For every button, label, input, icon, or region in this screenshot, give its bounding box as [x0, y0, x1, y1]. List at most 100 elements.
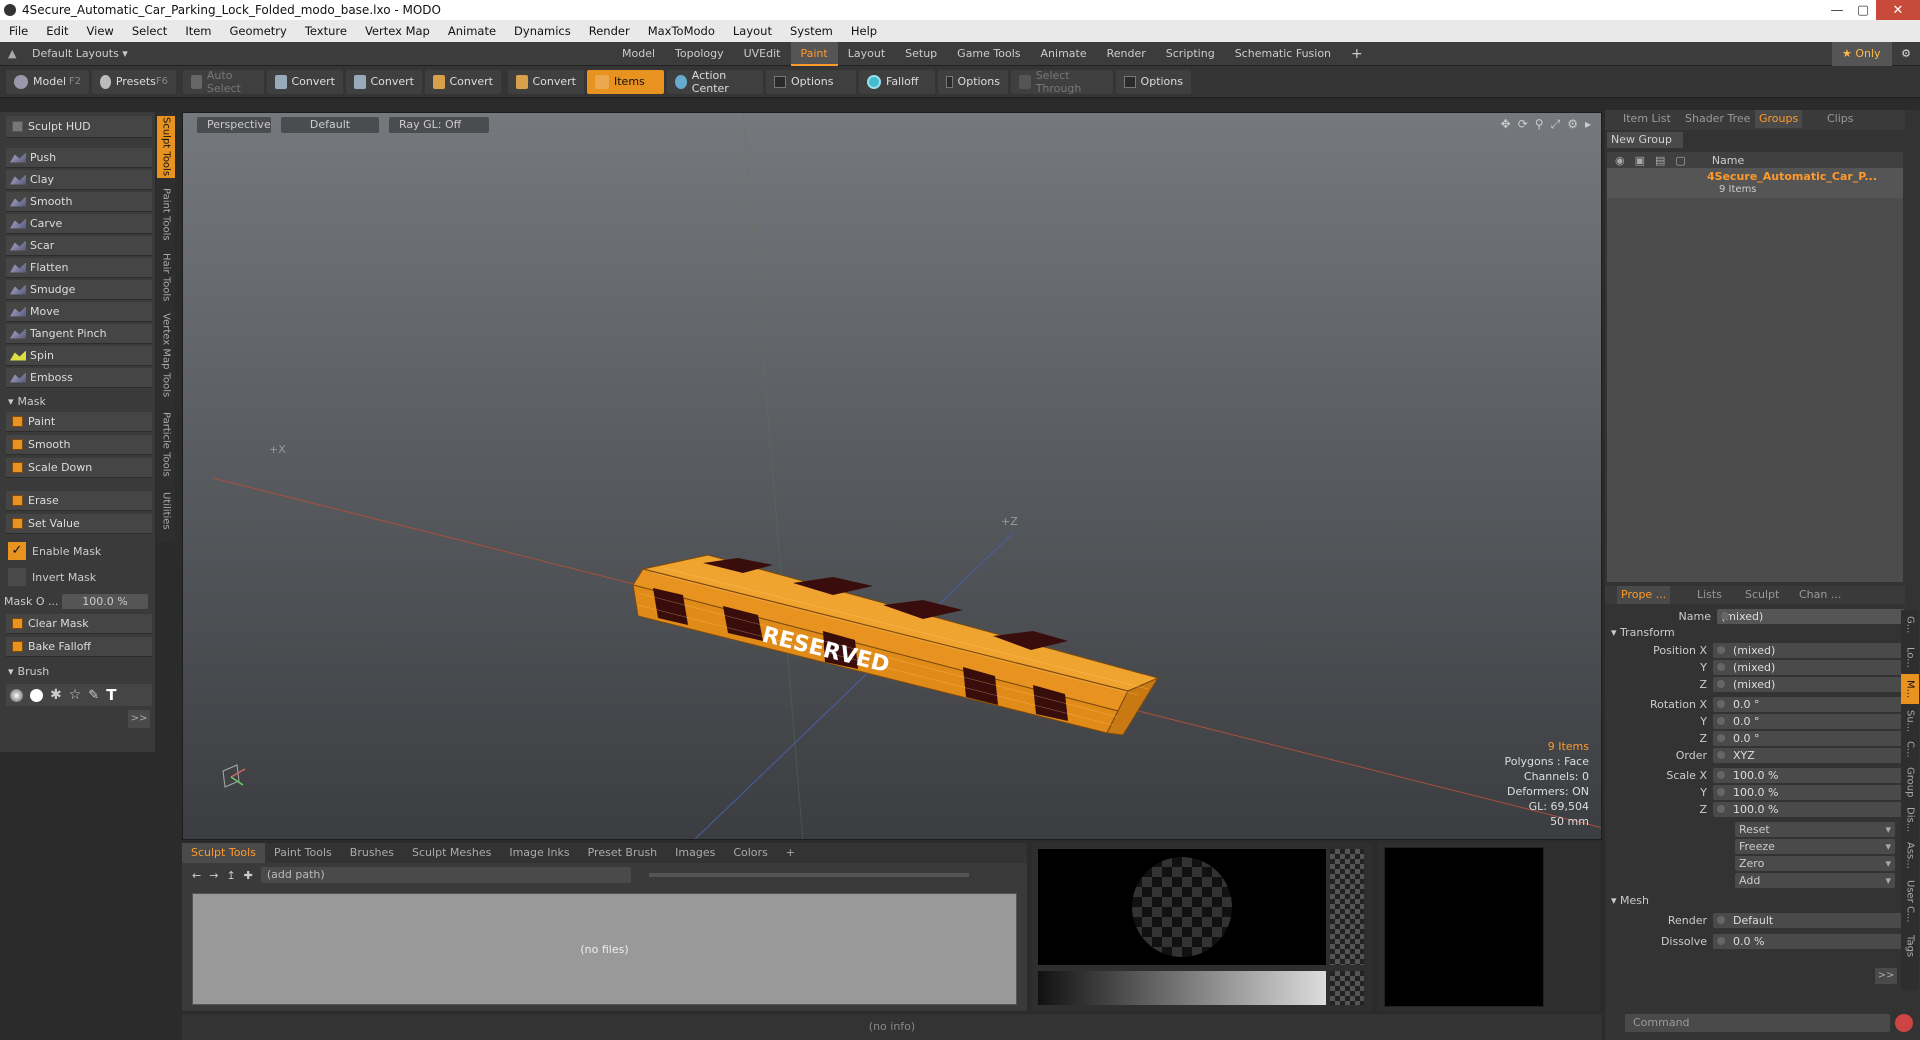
enable-mask-toggle[interactable]: ✓ Enable Mask: [2, 540, 152, 562]
layout-arrow-icon[interactable]: ▲: [8, 47, 22, 60]
menu-help[interactable]: Help: [842, 24, 886, 38]
position-x-field[interactable]: (mixed): [1713, 643, 1905, 658]
tab-item-list[interactable]: Item List: [1619, 110, 1675, 128]
tool-emboss[interactable]: Emboss: [6, 368, 152, 388]
vtab-hair-tools[interactable]: Hair Tools: [157, 250, 175, 304]
menu-item[interactable]: Item: [176, 24, 220, 38]
menu-system[interactable]: System: [781, 24, 842, 38]
select-through-button[interactable]: Select Through: [1011, 69, 1113, 95]
close-icon[interactable]: ✕: [1876, 0, 1920, 20]
side-tab-lo[interactable]: Lo...: [1901, 642, 1919, 672]
tab-layout[interactable]: Layout: [838, 42, 895, 66]
vtab-paint-tools[interactable]: Paint Tools: [157, 184, 175, 244]
reset-dropdown[interactable]: Reset: [1735, 822, 1895, 837]
action-center-options-button[interactable]: Options: [766, 69, 856, 94]
soft-brush-icon[interactable]: [10, 688, 23, 702]
falloff-button[interactable]: Falloff: [859, 69, 935, 94]
position-z-field[interactable]: (mixed): [1713, 677, 1905, 692]
tool-move[interactable]: Move: [6, 302, 152, 322]
menu-vertex-map[interactable]: Vertex Map: [356, 24, 439, 38]
mask-smooth-button[interactable]: Smooth: [6, 435, 152, 455]
minimize-icon[interactable]: —: [1824, 0, 1850, 20]
scale-z-field[interactable]: 100.0 %: [1713, 802, 1905, 817]
tool-smooth[interactable]: Smooth: [6, 192, 152, 212]
side-tab-c[interactable]: C...: [1901, 738, 1919, 760]
render-icon[interactable]: ▣: [1635, 154, 1645, 167]
tab-schematic-fusion[interactable]: Schematic Fusion: [1225, 42, 1341, 66]
file-list-area[interactable]: (no files): [192, 893, 1017, 1005]
convert-vertices-button[interactable]: Convert: [267, 69, 343, 94]
btab-brushes[interactable]: Brushes: [341, 843, 403, 863]
gear-icon[interactable]: ⚙: [1892, 47, 1920, 60]
btab-sculpt-meshes[interactable]: Sculpt Meshes: [403, 843, 500, 863]
command-input[interactable]: Command: [1625, 1014, 1890, 1032]
btab-images[interactable]: Images: [666, 843, 724, 863]
order-dropdown[interactable]: XYZ: [1713, 748, 1905, 763]
menu-animate[interactable]: Animate: [439, 24, 505, 38]
model-mode-button[interactable]: Model F2: [6, 69, 89, 94]
rotation-y-field[interactable]: 0.0 °: [1713, 714, 1905, 729]
eye-icon[interactable]: ◉: [1615, 154, 1625, 167]
vtab-vertex-map-tools[interactable]: Vertex Map Tools: [157, 310, 175, 400]
only-toggle[interactable]: ★ Only: [1832, 41, 1892, 66]
tab-scripting[interactable]: Scripting: [1156, 42, 1225, 66]
side-tab-su[interactable]: Su...: [1901, 706, 1919, 736]
tab-clips[interactable]: Clips: [1823, 110, 1858, 128]
zero-dropdown[interactable]: Zero: [1735, 856, 1895, 871]
position-y-field[interactable]: (mixed): [1713, 660, 1905, 675]
group-row[interactable]: 4Secure_Automatic_Car_P... 9 Items: [1607, 168, 1903, 198]
menu-texture[interactable]: Texture: [296, 24, 356, 38]
tool-scar[interactable]: Scar: [6, 236, 152, 256]
clear-mask-button[interactable]: Clear Mask: [6, 614, 152, 634]
btab-colors[interactable]: Colors: [724, 843, 776, 863]
menu-layout[interactable]: Layout: [724, 24, 781, 38]
path-dropdown[interactable]: (add path): [260, 867, 631, 883]
expand-more-button[interactable]: >>: [128, 710, 150, 728]
star-brush-icon[interactable]: ☆: [69, 687, 82, 703]
tab-uvedit[interactable]: UVEdit: [734, 42, 791, 66]
btab-paint-tools[interactable]: Paint Tools: [265, 843, 341, 863]
tab-game-tools[interactable]: Game Tools: [947, 42, 1030, 66]
convert-edges-button[interactable]: Convert: [346, 69, 422, 94]
mask-paint-button[interactable]: Paint: [6, 412, 152, 432]
mask-erase-button[interactable]: Erase: [6, 491, 152, 511]
maximize-icon[interactable]: ▢: [1850, 0, 1876, 20]
parent-folder-icon[interactable]: ↥: [226, 869, 235, 882]
menu-select[interactable]: Select: [123, 24, 176, 38]
tool-spin[interactable]: Spin: [6, 346, 152, 366]
tab-setup[interactable]: Setup: [895, 42, 947, 66]
tab-groups[interactable]: Groups: [1755, 110, 1803, 128]
render-dropdown[interactable]: Default: [1713, 913, 1905, 928]
menu-dynamics[interactable]: Dynamics: [505, 24, 580, 38]
brush-section-header[interactable]: ▾ Brush: [2, 662, 152, 680]
falloff-options-button[interactable]: Options: [938, 69, 1008, 94]
scale-x-field[interactable]: 100.0 %: [1713, 768, 1905, 783]
rotation-x-field[interactable]: 0.0 °: [1713, 697, 1905, 712]
freeze-dropdown[interactable]: Freeze: [1735, 839, 1895, 854]
command-record-icon[interactable]: [1895, 1014, 1913, 1032]
tab-animate[interactable]: Animate: [1031, 42, 1097, 66]
menu-render[interactable]: Render: [580, 24, 639, 38]
tab-model[interactable]: Model: [612, 42, 665, 66]
tab-topology[interactable]: Topology: [665, 42, 734, 66]
vtab-sculpt-tools[interactable]: Sculpt Tools: [157, 116, 175, 178]
presets-button[interactable]: Presets F6: [92, 69, 176, 94]
mask-scale-down-button[interactable]: Scale Down: [6, 458, 152, 478]
convert-materials-button[interactable]: Convert: [508, 69, 584, 94]
tab-render[interactable]: Render: [1097, 42, 1156, 66]
side-tab-m[interactable]: M...: [1901, 674, 1919, 704]
add-tab-button[interactable]: +: [1341, 42, 1373, 66]
mask-section-header[interactable]: ▾ Mask: [2, 392, 152, 410]
menu-file[interactable]: File: [0, 24, 37, 38]
custom-brush-icon[interactable]: ✎: [88, 688, 99, 703]
btab-preset-brush[interactable]: Preset Brush: [579, 843, 667, 863]
items-mode-button[interactable]: Items: [587, 69, 664, 94]
side-tab-tags[interactable]: Tags: [1901, 930, 1919, 962]
select-icon[interactable]: ▢: [1675, 154, 1685, 167]
properties-more-button[interactable]: >>: [1875, 968, 1897, 984]
tab-properties[interactable]: Prope ...: [1617, 586, 1671, 604]
bake-falloff-button[interactable]: Bake Falloff: [6, 637, 152, 657]
lock-icon[interactable]: ▤: [1655, 154, 1665, 167]
name-field[interactable]: (mixed): [1717, 609, 1905, 624]
btab-image-inks[interactable]: Image Inks: [500, 843, 578, 863]
